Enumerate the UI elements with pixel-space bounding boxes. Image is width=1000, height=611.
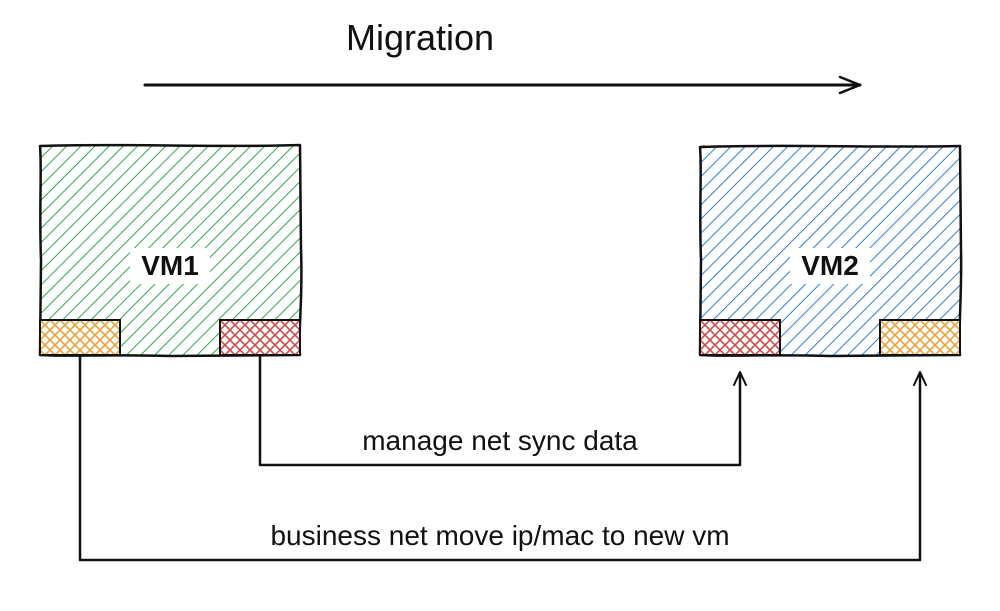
- vm2-label: VM2: [801, 250, 859, 281]
- business-net-label: business net move ip/mac to new vm: [270, 520, 729, 551]
- vm2-port-manage: [700, 320, 780, 355]
- vm1-label: VM1: [141, 250, 199, 281]
- title-label: Migration: [346, 17, 494, 58]
- manage-net-label: manage net sync data: [362, 425, 638, 456]
- vm1-port-business: [40, 320, 120, 355]
- diagram-canvas: Migration VM1 VM2: [0, 0, 1000, 611]
- vm1-port-manage: [220, 320, 300, 355]
- vm2-box: VM2: [700, 145, 961, 356]
- vm1-box: VM1: [40, 145, 301, 356]
- vm2-port-business: [880, 320, 960, 355]
